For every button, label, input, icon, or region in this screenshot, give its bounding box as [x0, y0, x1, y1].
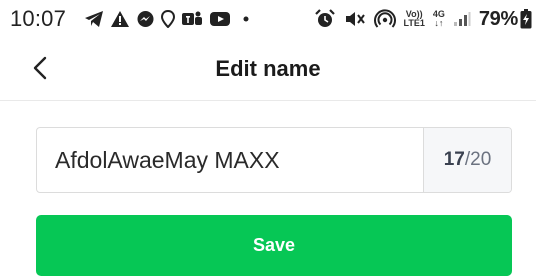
- app-header: Edit name: [0, 40, 536, 101]
- char-count-max: /20: [464, 149, 492, 170]
- status-notification-icons: [84, 6, 249, 32]
- teams-icon: [181, 10, 203, 28]
- page-title: Edit name: [215, 56, 321, 81]
- status-system-icons: Vo)) LTE1 4G ↓↑ 79%: [314, 5, 533, 33]
- mute-icon: [344, 9, 366, 29]
- lte-label: LTE1: [403, 18, 425, 28]
- alarm-icon: [314, 9, 336, 29]
- battery-icon: [520, 9, 532, 29]
- alert-icon: [110, 10, 130, 28]
- signal-icon: [453, 11, 471, 27]
- name-input-container: 17/20: [36, 127, 512, 193]
- status-time: 10:07: [10, 6, 67, 31]
- network-type-label: Vo)) LTE1: [404, 10, 425, 28]
- hotspot-icon: [373, 9, 396, 29]
- youtube-icon: [209, 11, 231, 27]
- status-bar: 10:07 Vo)) LTE1 4G ↓↑ 79%: [0, 0, 536, 40]
- char-count-current: 17: [443, 149, 465, 170]
- telegram-icon: [84, 10, 104, 28]
- battery-percent: 79%: [478, 7, 518, 30]
- save-button[interactable]: Save: [36, 215, 512, 276]
- edit-name-screen: 10:07 Vo)) LTE1 4G ↓↑ 79% Edit name Afdo…: [0, 0, 536, 279]
- data-arrows-icon: ↓↑: [434, 18, 444, 28]
- maps-icon: [161, 10, 175, 28]
- name-input[interactable]: [37, 128, 423, 192]
- char-counter: 17/20: [423, 128, 511, 192]
- network-gen-label: 4G ↓↑: [433, 10, 445, 28]
- dot-icon: [243, 16, 249, 22]
- messenger-icon: [136, 10, 155, 29]
